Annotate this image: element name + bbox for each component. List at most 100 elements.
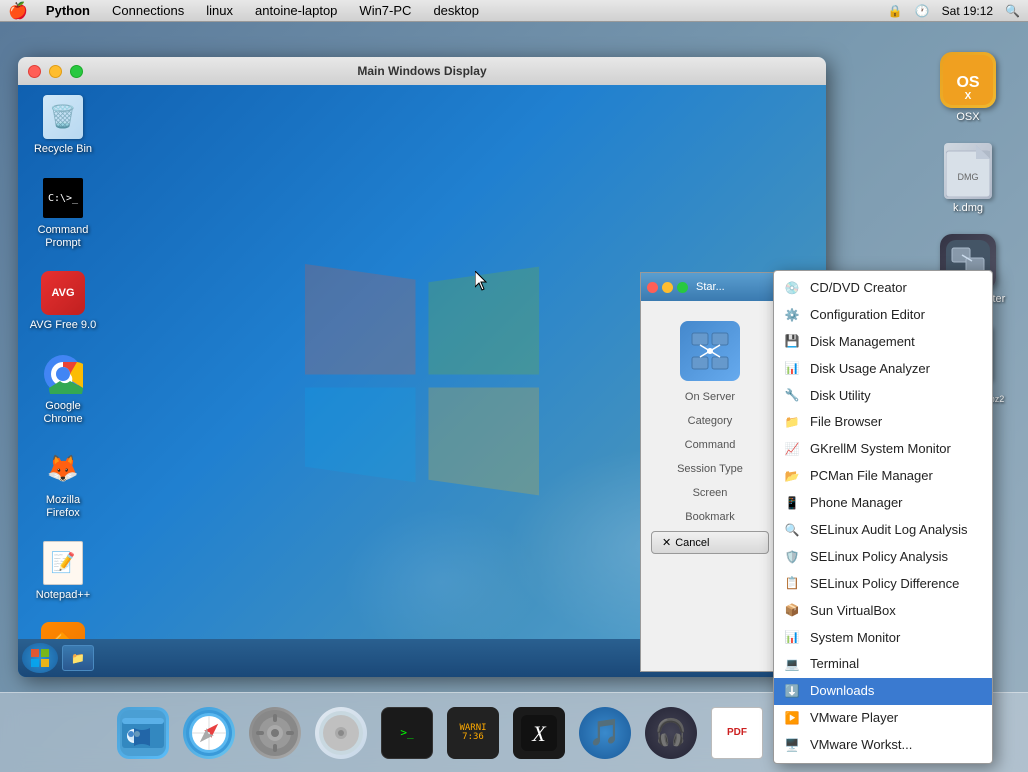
selinux-policy-icon: 🛡️ — [782, 549, 802, 565]
menu-label-terminal: Terminal — [810, 656, 859, 673]
apple-menu[interactable]: 🍎 — [8, 1, 28, 21]
menu-connections[interactable]: Connections — [108, 3, 188, 18]
menu-item-filebrowser[interactable]: 📁 File Browser — [774, 409, 992, 436]
menu-item-virtualbox[interactable]: 📦 Sun VirtualBox — [774, 598, 992, 625]
osx-label: OSX — [956, 111, 979, 123]
menu-label-diskusage: Disk Usage Analyzer — [810, 361, 930, 378]
connection-dialog: Star... On Server — [640, 272, 780, 672]
menu-item-gkrellm[interactable]: 📈 GKrellM System Monitor — [774, 436, 992, 463]
vm-minimize-button[interactable] — [49, 65, 62, 78]
command-label: Command — [651, 439, 769, 451]
dialog-maximize-button[interactable] — [677, 282, 688, 293]
win-start-button[interactable] — [22, 643, 58, 673]
terminal-text: >_ — [400, 726, 413, 739]
dock-dvd[interactable] — [311, 707, 371, 759]
dock-pdf1[interactable]: PDF — [707, 707, 767, 759]
menu-item-vmware[interactable]: ▶️ VMware Player — [774, 705, 992, 732]
dialog-title: Star... — [696, 281, 725, 293]
menu-item-diskmgmt[interactable]: 💾 Disk Management — [774, 329, 992, 356]
diskusage-icon: 📊 — [782, 361, 802, 377]
menu-python[interactable]: Python — [42, 3, 94, 18]
cancel-button[interactable]: ✕ Cancel — [651, 531, 769, 554]
terminal-dock-icon: >_ — [381, 707, 433, 759]
vm-title: Main Windows Display — [357, 64, 486, 78]
dock-vuze[interactable]: 🎵 — [575, 707, 635, 759]
menu-label-phone: Phone Manager — [810, 495, 903, 512]
menu-desktop[interactable]: desktop — [429, 3, 483, 18]
terminal-icon: 💻 — [782, 657, 802, 673]
menu-win7[interactable]: Win7-PC — [355, 3, 415, 18]
sysmonitor-icon: 📊 — [782, 630, 802, 646]
svg-text:DMG: DMG — [958, 172, 979, 182]
menu-item-sysmonitor[interactable]: 📊 System Monitor — [774, 625, 992, 652]
menu-item-phone[interactable]: 📱 Phone Manager — [774, 490, 992, 517]
cancel-icon: ✕ — [662, 536, 671, 549]
menu-item-selinux-diff[interactable]: 📋 SELinux Policy Difference — [774, 571, 992, 598]
dock-terminal[interactable]: >_ — [377, 707, 437, 759]
taskbar-item-explorer[interactable]: 📁 — [62, 645, 94, 671]
menu-linux[interactable]: linux — [202, 3, 237, 18]
menu-item-diskutil[interactable]: 🔧 Disk Utility — [774, 383, 992, 410]
menu-label-vmware: VMware Player — [810, 710, 898, 727]
search-icon[interactable]: 🔍 — [1005, 4, 1020, 18]
session-type-label: Session Type — [651, 463, 769, 475]
menu-item-terminal[interactable]: 💻 Terminal — [774, 651, 992, 678]
vm-close-button[interactable] — [28, 65, 41, 78]
dock-warning[interactable]: WARNI 7:36 — [443, 707, 503, 759]
bookmark-label: Bookmark — [651, 511, 769, 523]
dialog-minimize-button[interactable] — [662, 282, 673, 293]
svg-text:X: X — [531, 721, 547, 746]
menu-item-vmware-ws[interactable]: 🖥️ VMware Workst... — [774, 732, 992, 759]
diskutil-icon: 🔧 — [782, 388, 802, 404]
dialog-close-button[interactable] — [647, 282, 658, 293]
dock-finder[interactable] — [113, 707, 173, 759]
menu-antoine[interactable]: antoine-laptop — [251, 3, 341, 18]
config-icon: ⚙️ — [782, 307, 802, 323]
dock-headphone[interactable]: 🎧 — [641, 707, 701, 759]
win-icon-cmd[interactable]: C:\>_ CommandPrompt — [28, 176, 98, 250]
win-icon-avg[interactable]: AVG AVG Free 9.0 — [28, 271, 98, 332]
gkrellm-icon: 📈 — [782, 442, 802, 458]
menu-label-sysmonitor: System Monitor — [810, 630, 900, 647]
osx-icon-item[interactable]: OS X OSX — [940, 52, 996, 123]
dock-system-prefs[interactable] — [245, 707, 305, 759]
chrome-label: GoogleChrome — [43, 400, 82, 426]
diskmgmt-icon: 💾 — [782, 334, 802, 350]
context-menu: 💿 CD/DVD Creator ⚙️ Configuration Editor… — [773, 270, 993, 764]
win-icon-recycle-bin[interactable]: 🗑️ Recycle Bin — [28, 95, 98, 156]
dock-safari[interactable] — [179, 707, 239, 759]
dmg-icon-item[interactable]: DMG k.dmg — [940, 143, 996, 214]
menu-label-pcman: PCMan File Manager — [810, 468, 933, 485]
dock-x11[interactable]: X — [509, 707, 569, 759]
avg-icon: AVG — [41, 271, 85, 315]
menu-item-config[interactable]: ⚙️ Configuration Editor — [774, 302, 992, 329]
cmd-icon: C:\>_ — [41, 176, 85, 220]
menu-label-diskutil: Disk Utility — [810, 388, 871, 405]
win-icon-firefox[interactable]: 🦊 Mozilla Firefox — [28, 446, 98, 520]
menu-item-pcman[interactable]: 📂 PCMan File Manager — [774, 463, 992, 490]
dialog-content: On Server Category Command Session Type … — [641, 301, 779, 572]
finder-icon — [117, 707, 169, 759]
selinux-audit-icon: 🔍 — [782, 522, 802, 538]
time-display: Sat 19:12 — [942, 4, 993, 18]
win-icon-chrome[interactable]: GoogleChrome — [28, 352, 98, 426]
menu-item-downloads[interactable]: ⬇️ Downloads — [774, 678, 992, 705]
menubar-right: 🔒 🕐 Sat 19:12 🔍 — [888, 4, 1020, 18]
menu-item-selinux-audit[interactable]: 🔍 SELinux Audit Log Analysis — [774, 517, 992, 544]
phone-icon: 📱 — [782, 496, 802, 512]
vm-maximize-button[interactable] — [70, 65, 83, 78]
cddvd-icon: 💿 — [782, 280, 802, 296]
notepad-label: Notepad++ — [36, 589, 90, 602]
menu-item-diskusage[interactable]: 📊 Disk Usage Analyzer — [774, 356, 992, 383]
win-desktop-icons: 🗑️ Recycle Bin C:\>_ CommandPrompt AVG — [28, 95, 98, 677]
menu-item-selinux-policy[interactable]: 🛡️ SELinux Policy Analysis — [774, 544, 992, 571]
dvd-icon — [315, 707, 367, 759]
firefox-label: Mozilla Firefox — [28, 494, 98, 520]
vmware-ws-icon: 🖥️ — [782, 738, 802, 754]
win-icon-notepad[interactable]: 📝 Notepad++ — [28, 541, 98, 602]
menu-label-vmware-ws: VMware Workst... — [810, 737, 912, 754]
menu-item-cddvd[interactable]: 💿 CD/DVD Creator — [774, 275, 992, 302]
filebrowser-icon: 📁 — [782, 415, 802, 431]
mac-menubar: 🍎 Python Connections linux antoine-lapto… — [0, 0, 1028, 22]
menu-label-selinux-diff: SELinux Policy Difference — [810, 576, 959, 593]
